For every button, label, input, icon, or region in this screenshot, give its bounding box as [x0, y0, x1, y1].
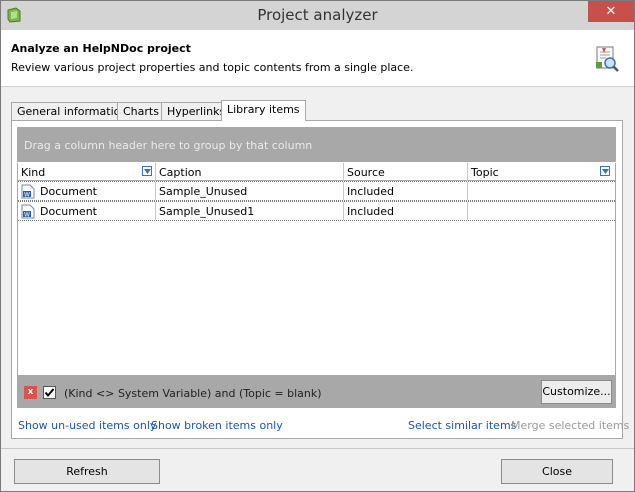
checkmark-icon: [44, 388, 55, 398]
cell-topic: [468, 202, 615, 220]
header-title: Analyze an HelpNDoc project: [11, 42, 191, 55]
show-unused-items-link[interactable]: Show un-used items only: [18, 419, 156, 432]
customize-button[interactable]: Customize...: [541, 380, 612, 404]
topic-filter-dropdown-icon[interactable]: [600, 166, 610, 176]
group-by-hint: Drag a column header here to group by th…: [24, 139, 313, 152]
column-kind-label: Kind: [21, 166, 46, 179]
library-items-grid: Kind Caption Source Topic W Document Sam…: [17, 163, 616, 376]
cell-kind: W Document: [18, 202, 156, 220]
cell-topic: [468, 182, 615, 200]
column-header-topic[interactable]: Topic: [468, 163, 615, 181]
filter-expression[interactable]: (Kind <> System Variable) and (Topic = b…: [64, 387, 322, 400]
tab-library-items[interactable]: Library items: [221, 100, 306, 121]
column-topic-label: Topic: [471, 166, 499, 179]
header-banner: Analyze an HelpNDoc project Review vario…: [1, 30, 634, 87]
cell-kind: W Document: [18, 182, 156, 200]
table-row[interactable]: W Document Sample_Unused1 Included: [18, 201, 615, 221]
footer-divider: [1, 448, 634, 449]
project-analyzer-window: Project analyzer ✕ Analyze an HelpNDoc p…: [0, 0, 635, 492]
select-similar-items-link[interactable]: Select similar items: [408, 419, 516, 432]
title-bar: Project analyzer ✕: [1, 1, 634, 30]
analyzer-magnifier-icon: [596, 46, 619, 72]
document-icon: W: [21, 184, 35, 199]
tab-general-information[interactable]: General information: [11, 102, 134, 121]
filter-bar: x (Kind <> System Variable) and (Topic =…: [17, 376, 616, 408]
library-items-panel: Drag a column header here to group by th…: [11, 120, 623, 439]
svg-text:W: W: [24, 192, 30, 199]
column-header-caption[interactable]: Caption: [156, 163, 344, 181]
kind-filter-dropdown-icon[interactable]: [142, 166, 152, 176]
group-by-area[interactable]: Drag a column header here to group by th…: [17, 127, 616, 162]
column-header-source[interactable]: Source: [344, 163, 468, 181]
column-header-kind[interactable]: Kind: [18, 163, 156, 181]
filter-enabled-checkbox[interactable]: [43, 386, 56, 399]
document-icon: W: [21, 204, 35, 219]
cell-source: Included: [344, 182, 468, 200]
kind-text: Document: [40, 205, 97, 218]
svg-text:W: W: [24, 212, 30, 219]
merge-selected-items-link[interactable]: Merge selected items: [511, 419, 629, 432]
cell-caption: Sample_Unused: [156, 182, 344, 200]
close-button[interactable]: Close: [501, 459, 613, 484]
refresh-button[interactable]: Refresh: [14, 459, 160, 484]
cell-source: Included: [344, 202, 468, 220]
tab-charts[interactable]: Charts: [117, 102, 165, 121]
window-title: Project analyzer: [257, 6, 378, 24]
clear-filter-button[interactable]: x: [24, 386, 37, 399]
window-close-button[interactable]: ✕: [588, 1, 634, 22]
header-description: Review various project properties and to…: [11, 61, 414, 74]
grid-header: Kind Caption Source Topic: [18, 163, 615, 181]
cell-caption: Sample_Unused1: [156, 202, 344, 220]
table-row[interactable]: W Document Sample_Unused Included: [18, 181, 615, 201]
show-broken-items-link[interactable]: Show broken items only: [151, 419, 283, 432]
kind-text: Document: [40, 185, 97, 198]
